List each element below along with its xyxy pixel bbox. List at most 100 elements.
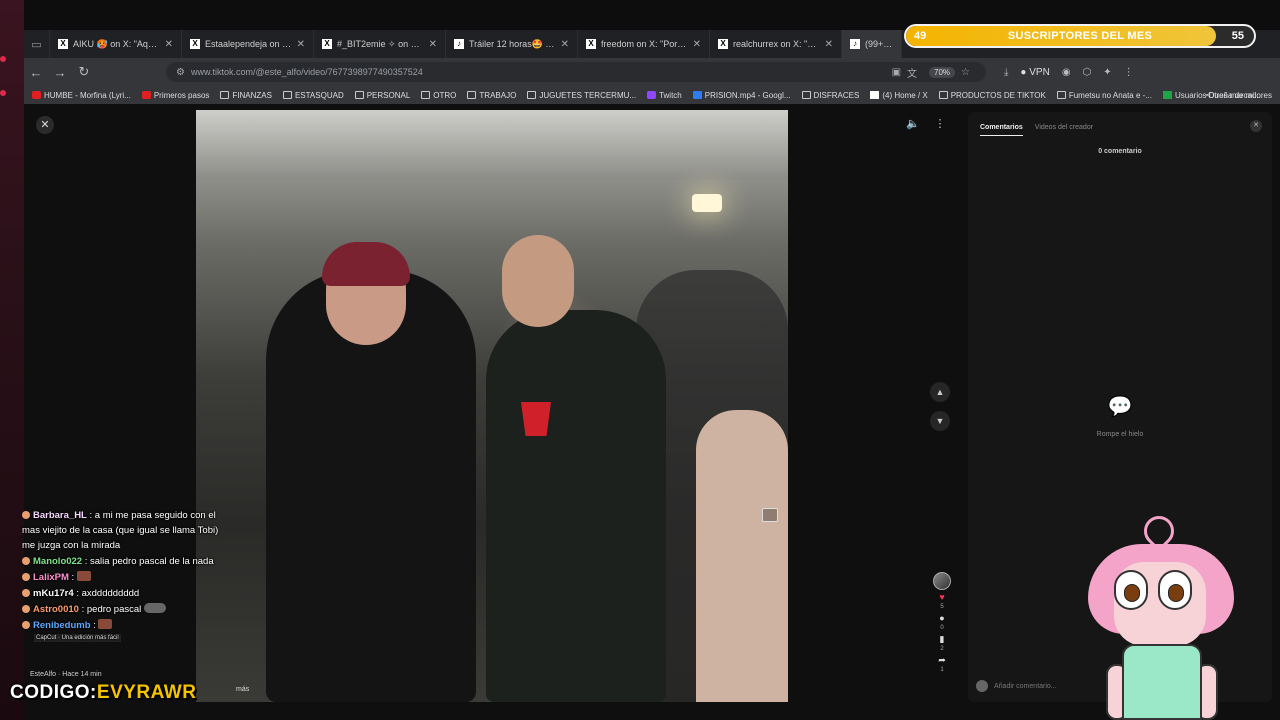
download-icon[interactable]: ⤓ [1004, 67, 1008, 78]
cast-icon[interactable]: ▣ [892, 67, 901, 78]
bookmark-label: (4) Home / X [882, 90, 928, 100]
bookmark-item[interactable]: OTRO [421, 91, 456, 100]
close-tab-icon[interactable]: ✕ [429, 39, 437, 50]
extension-icon[interactable]: ✦ [1103, 67, 1111, 78]
like-icon[interactable]: ♥ [939, 592, 944, 602]
bookmark-item[interactable]: Primeros pasos [141, 91, 209, 100]
chat-emote-icon [76, 571, 91, 581]
bookmark-label: DISFRACES [813, 90, 860, 100]
comment-placeholder[interactable]: Añadir comentario... [994, 683, 1057, 690]
bookmark-label: Twitch [659, 90, 682, 100]
tab-comments[interactable]: Comentarios [980, 124, 1023, 136]
video-frame-red-cup [521, 402, 551, 436]
url-field[interactable]: ⚙ www.tiktok.com/@este_alfo/video/767739… [166, 62, 986, 82]
menu-icon[interactable]: ⋮ [1124, 67, 1134, 78]
tiktok-icon: ♪ [850, 39, 860, 49]
close-tab-icon[interactable]: ✕ [825, 39, 833, 50]
browser-tab[interactable]: ♪ Tráiler 12 horas🤩 @VRena ✕ [446, 30, 578, 58]
other-bookmarks[interactable]: Otros marcadores [1205, 90, 1272, 100]
volume-icon[interactable]: 🔈 [904, 117, 922, 130]
share-count: 1 [940, 667, 944, 673]
close-panel-icon[interactable]: ✕ [1250, 120, 1262, 132]
back-icon[interactable]: ← [24, 65, 48, 80]
chat-emote-icon [98, 619, 113, 629]
tab-creator-videos[interactable]: Videos del creador [1035, 124, 1093, 136]
browser-tab[interactable]: X #_BIT2emie ✧ on X: "In ✕ [314, 30, 446, 58]
close-tab-icon[interactable]: ✕ [561, 39, 569, 50]
bookmark-item[interactable]: DISFRACES [801, 90, 860, 100]
ad-text: CapCut · Una edición más fácil [34, 634, 121, 642]
previous-video-button[interactable]: ▲ [930, 382, 950, 402]
more-options-icon[interactable]: ⋮ [931, 117, 949, 130]
comment-icon[interactable]: ● [939, 613, 944, 623]
site-info-icon[interactable]: ⚙ [176, 67, 185, 78]
chat-username[interactable]: Astro0010 [33, 604, 79, 615]
browser-tab[interactable]: X Estaalependeja on X: "Le car ✕ [182, 30, 314, 58]
zoom-level[interactable]: 70% [929, 66, 956, 78]
translate-icon[interactable]: 文 [907, 65, 917, 80]
chat-text: : salia pedro pascal de la nada [84, 556, 214, 567]
more-link[interactable]: más [236, 686, 249, 693]
subscriber-goal-bar: 49 SUSCRIPTORES DEL MES 55 [904, 24, 1256, 48]
star-icon[interactable]: ☆ [961, 67, 970, 78]
bookmark-item[interactable]: PERSONAL [354, 91, 410, 100]
avatar-body [1122, 644, 1202, 720]
like-count: 5 [940, 604, 944, 610]
video-frame-person-hair [322, 242, 410, 286]
close-tab-icon[interactable]: ✕ [693, 39, 701, 50]
bookmark-favicon-icon [870, 91, 880, 99]
bookmark-label: FINANZAS [232, 90, 272, 100]
creator-avatar[interactable] [933, 572, 951, 590]
browser-tab[interactable]: Xfreedom on X: "Por las 12 ✕ [578, 30, 710, 58]
vpn-button[interactable]: ● VPN [1020, 67, 1049, 78]
video-player[interactable] [196, 110, 788, 702]
user-avatar [976, 680, 988, 692]
bookmark-favicon-icon [692, 91, 702, 99]
chat-username[interactable]: LalixPM [33, 572, 69, 583]
bookmark-icon[interactable]: ▮ [940, 634, 945, 644]
chat-username[interactable]: Barbara_HL [33, 510, 87, 521]
bookmark-item[interactable]: Twitch [647, 91, 682, 100]
tab-actions-icon[interactable]: ▭ [24, 30, 50, 58]
bookmark-item[interactable]: Fumetsu no Anata e -... [1056, 91, 1152, 100]
tab-title: (99+) Es [865, 39, 893, 49]
bookmark-item[interactable]: (4) Home / X [870, 90, 928, 100]
close-video-button[interactable]: ✕ [36, 116, 54, 134]
url-text[interactable]: www.tiktok.com/@este_alfo/video/76773989… [191, 67, 892, 77]
chat-text: : [93, 620, 96, 631]
vpn-label: VPN [1029, 66, 1050, 78]
share-icon[interactable]: ➦ [938, 655, 946, 665]
chat-username[interactable]: Renibedumb [33, 620, 91, 631]
bookmark-item[interactable]: PRODUCTOS DE TIKTOK [938, 90, 1046, 100]
comment-count-label: 0 comentario [1098, 148, 1142, 155]
next-video-button[interactable]: ▼ [930, 411, 950, 431]
bookmark-item[interactable]: FINANZAS [220, 91, 272, 100]
chat-message: LalixPM : [22, 570, 222, 585]
video-frame-person [696, 410, 788, 702]
bookmark-item[interactable]: PRISION.mp4 - Googl... [692, 91, 791, 100]
bookmark-item[interactable]: HUMBE - Morfina (Lyri... [32, 91, 131, 100]
forward-icon[interactable]: → [48, 65, 72, 80]
toolbar-right: ⤓ ● VPN ◉ ⬡ ✦ ⋮ [1004, 67, 1134, 78]
bookmark-item[interactable]: TRABAJO [467, 91, 516, 100]
tiktok-icon: ♪ [454, 39, 464, 49]
chat-username[interactable]: Manolo022 [33, 556, 82, 567]
fullscreen-icon[interactable] [762, 508, 778, 522]
reload-icon[interactable]: ↻ [72, 64, 96, 80]
browser-tab-active[interactable]: ♪ (99+) Es [842, 30, 902, 58]
avatar-eye [1114, 570, 1148, 610]
browser-tab[interactable]: Xrealchurrex on X: "Por fin a ✕ [710, 30, 842, 58]
bookmark-label: TRABAJO [479, 90, 517, 100]
extensions-icon[interactable]: ⬡ [1083, 67, 1092, 78]
profile-icon[interactable]: ◉ [1062, 67, 1071, 78]
chat-username[interactable]: mKu17r4 [33, 588, 74, 599]
x-icon: X [586, 39, 596, 49]
folder-icon [354, 91, 364, 99]
browser-tab[interactable]: X AIKU 🥵 on X: "Aquí está m ✕ [50, 30, 182, 58]
close-tab-icon[interactable]: ✕ [297, 39, 305, 50]
bookmark-label: PRODUCTOS DE TIKTOK [950, 90, 1046, 100]
bookmark-item[interactable]: ESTASQUAD [282, 91, 344, 100]
other-bookmarks-label: Otros marcadores [1207, 90, 1272, 100]
close-tab-icon[interactable]: ✕ [165, 39, 173, 50]
bookmark-item[interactable]: JUGUETES TERCERMU... [527, 91, 636, 100]
